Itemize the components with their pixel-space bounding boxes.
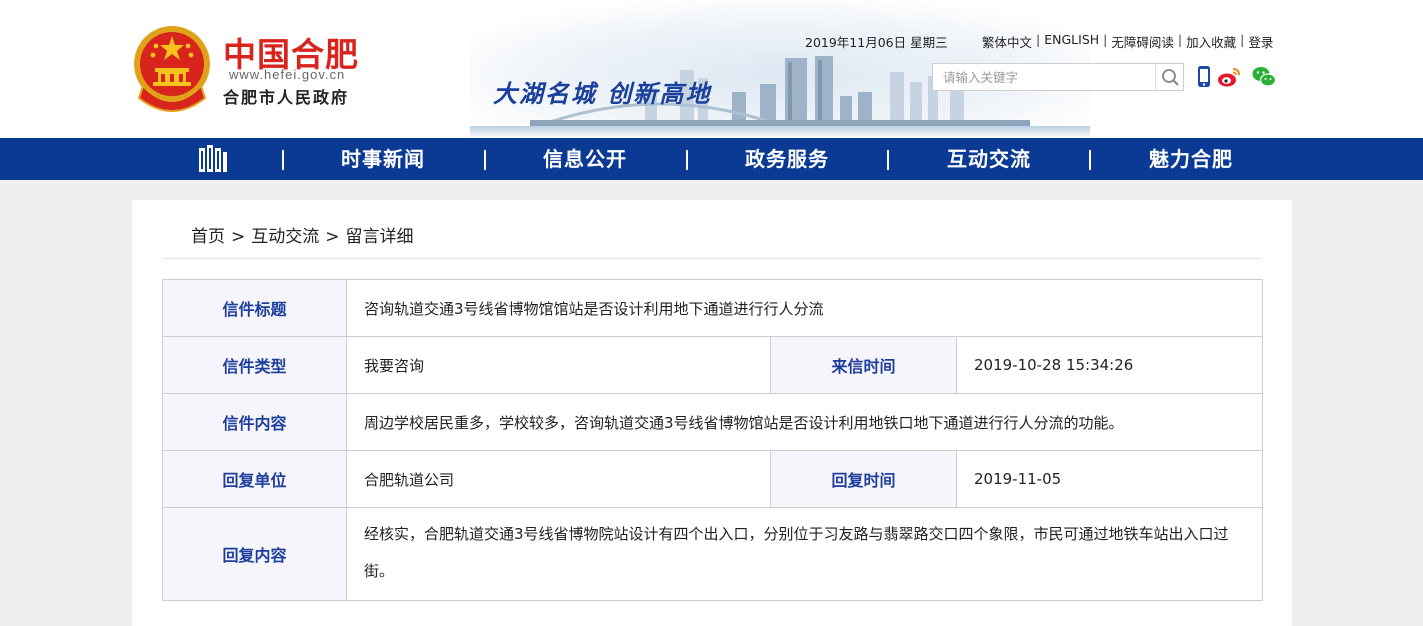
site-url: www.hefei.gov.cn [229,67,346,82]
site-organization: 合肥市人民政府 [223,88,350,107]
content-panel: 首页 > 互动交流 > 留言详细 信件标题 咨询轨道交通3号线省博物馆馆站是否设计利用地… [132,200,1292,626]
table-row: 信件标题 咨询轨道交通3号线省博物馆馆站是否设计利用地下通道进行行人分流 [162,279,1264,337]
letter-type-value: 我要咨询 [346,336,771,394]
site-logo[interactable]: 中国合肥 www.hefei.gov.cn 合肥市人民政府 [131,24,391,114]
search-button[interactable] [1155,64,1183,90]
breadcrumb-divider [162,258,1262,259]
divider: | [1177,32,1183,47]
breadcrumb: 首页 > 互动交流 > 留言详细 [191,222,414,247]
letter-type-label: 信件类型 [162,336,347,394]
city-slogan: 大湖名城 创新高地 [493,79,712,108]
divider: | [1103,32,1108,47]
nav-divider [686,150,688,170]
link-english[interactable]: ENGLISH [1044,32,1099,51]
link-login[interactable]: 登录 [1248,32,1273,51]
reply-content-label: 回复内容 [162,507,347,601]
nav-divider [484,150,486,170]
search-box [932,63,1184,91]
breadcrumb-home[interactable]: 首页 [191,227,225,247]
table-row: 回复单位 合肥轨道公司 回复时间 2019-11-05 [162,450,1264,508]
link-add-favorite[interactable]: 加入收藏 [1186,32,1236,51]
breadcrumb-separator: > [325,227,340,247]
nav-divider [1089,150,1091,170]
reply-content-value: 经核实，合肥轨道交通3号线省博物院站设计有四个出入口，分别位于习友路与翡翠路交口… [345,507,1264,601]
site-header: 中国合肥 www.hefei.gov.cn 合肥市人民政府 大湖名城 创新高地 … [0,0,1423,138]
weibo-icon[interactable] [1216,64,1242,90]
mobile-icon[interactable] [1191,64,1217,90]
nav-item-interaction[interactable]: 互动交流 [904,138,1074,180]
breadcrumb-separator: > [231,227,246,247]
letter-title-value: 咨询轨道交通3号线省博物馆馆站是否设计利用地下通道进行行人分流 [345,279,1264,337]
reply-unit-label: 回复单位 [162,450,347,508]
divider: | [1036,32,1041,47]
table-row: 信件类型 我要咨询 来信时间 2019-10-28 15:34:26 [162,336,1264,394]
reply-time-label: 回复时间 [770,450,957,508]
nav-item-charming-hefei[interactable]: 魅力合肥 [1106,138,1276,180]
divider: | [1240,32,1245,47]
reply-unit-value: 合肥轨道公司 [346,450,771,508]
letter-time-value: 2019-10-28 15:34:26 [955,336,1264,394]
table-row: 回复内容 经核实，合肥轨道交通3号线省博物院站设计有四个出入口，分别位于习友路与… [162,507,1264,601]
letter-content-value: 周边学校居民重多，学校较多，咨询轨道交通3号线省博物馆站是否设计利用地铁口地下通… [345,393,1264,451]
link-traditional-chinese[interactable]: 繁体中文 [982,32,1032,51]
letter-content-label: 信件内容 [162,393,347,451]
top-utility-links: 繁体中文 | ENGLISH | 无障碍阅读 | 加入收藏 | 登录 [982,32,1273,51]
letter-time-label: 来信时间 [770,336,957,394]
national-emblem-icon [134,26,210,112]
link-accessible-reading[interactable]: 无障碍阅读 [1111,32,1174,51]
breadcrumb-message-detail: 留言详细 [345,227,414,247]
nav-item-current-news[interactable]: 时事新闻 [298,138,468,180]
letter-title-label: 信件标题 [162,279,347,337]
nav-divider [282,150,284,170]
current-date: 2019年11月06日 星期三 [805,35,948,50]
letter-detail-table: 信件标题 咨询轨道交通3号线省博物馆馆站是否设计利用地下通道进行行人分流 信件类… [162,279,1264,601]
nav-divider [887,150,889,170]
nav-item-information-disclosure[interactable]: 信息公开 [500,138,670,180]
home-building-icon[interactable] [196,144,230,174]
breadcrumb-interaction[interactable]: 互动交流 [251,227,319,247]
reply-time-value: 2019-11-05 [955,450,1264,508]
wechat-icon[interactable] [1251,64,1277,90]
nav-item-government-services[interactable]: 政务服务 [702,138,872,180]
main-navigation: 时事新闻 信息公开 政务服务 互动交流 魅力合肥 [0,138,1423,180]
search-icon [1162,69,1179,86]
table-row: 信件内容 周边学校居民重多，学校较多，咨询轨道交通3号线省博物馆站是否设计利用地… [162,393,1264,451]
search-input[interactable] [933,64,1153,90]
